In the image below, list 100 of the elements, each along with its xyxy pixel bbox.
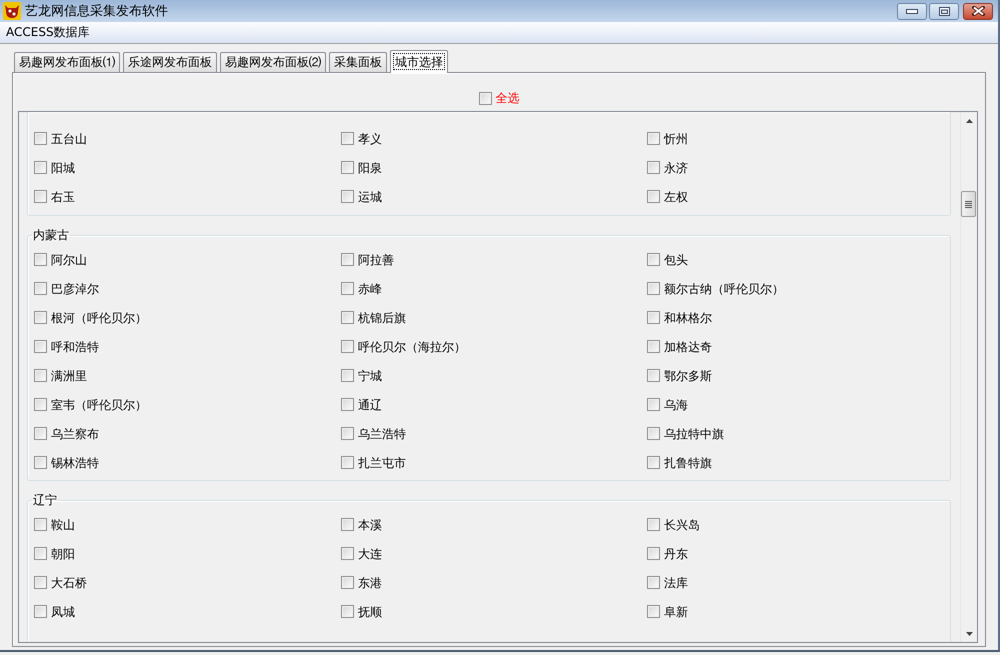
checkbox[interactable] [341,398,354,411]
minimize-button[interactable] [897,2,927,20]
checkbox-label: 包头 [664,252,688,266]
checkbox[interactable] [34,369,47,382]
checkbox-label: 乌海 [664,398,688,412]
checkbox[interactable] [341,518,354,531]
tab[interactable]: 城市选择 [390,50,448,73]
checkbox-label: 乌拉特中旗 [664,426,724,440]
checkbox-label: 扎兰屯市 [358,456,406,470]
checkbox-label: 阳泉 [358,160,382,174]
checkbox-label: 锡林浩特 [51,456,99,470]
tab[interactable]: 采集面板 [329,52,387,72]
checkbox[interactable] [647,427,660,440]
checkbox[interactable] [341,576,354,589]
checkbox[interactable] [647,456,660,469]
checkbox-label: 呼伦贝尔（海拉尔） [358,340,466,354]
down-triangle-icon [966,632,972,636]
checkbox[interactable] [647,369,660,382]
checkbox-label: 丹东 [664,546,688,560]
checkbox[interactable] [341,132,354,145]
checkbox-label: 长兴岛 [664,518,700,532]
checkbox-label: 乌兰浩特 [358,426,406,440]
checkbox-label: 乌兰察布 [51,426,99,440]
window-title: 艺龙网信息采集发布软件 [25,3,168,20]
checkbox[interactable] [341,340,354,353]
checkbox[interactable] [647,190,660,203]
up-triangle-icon [966,118,972,122]
checkbox-label: 阳城 [51,160,75,174]
checkbox-label: 孝义 [358,132,382,146]
checkbox[interactable] [341,427,354,440]
checkbox-label: 五台山 [51,132,87,146]
checkbox[interactable] [34,311,47,324]
checkbox[interactable] [341,253,354,266]
checkbox-label: 凤城 [51,604,75,618]
checkbox[interactable] [34,282,47,295]
checkbox[interactable] [341,311,354,324]
app-logo-icon [3,2,21,20]
checkbox[interactable] [341,369,354,382]
checkbox-label: 额尔古纳（呼伦贝尔） [664,282,784,296]
checkbox[interactable] [34,398,47,411]
checkbox-label: 大石桥 [51,576,87,590]
checkbox[interactable] [478,92,492,104]
checkbox-label: 运城 [358,190,382,204]
minimize-icon [906,8,918,14]
checkbox-label: 杭锦后旗 [358,310,406,324]
checkbox[interactable] [341,456,354,469]
checkbox[interactable] [341,547,354,560]
tab[interactable]: 乐途网发布面板 [123,52,217,72]
checkbox[interactable] [34,547,47,560]
maximize-icon [938,6,950,16]
checkbox-label: 加格达奇 [664,340,712,354]
checkbox-label: 扎鲁特旗 [664,456,712,470]
checkbox[interactable] [647,311,660,324]
checkbox[interactable] [647,340,660,353]
checkbox[interactable] [647,282,660,295]
tab[interactable]: 易趣网发布面板⑴ [14,52,120,72]
checkbox[interactable] [647,576,660,589]
close-icon [972,6,984,16]
checkbox[interactable] [34,132,47,145]
checkbox[interactable] [647,605,660,618]
checkbox[interactable] [34,253,47,266]
checkbox[interactable] [647,518,660,531]
checkbox-label: 阜新 [664,604,688,618]
checkbox[interactable] [341,190,354,203]
checkbox-label: 左权 [664,190,688,204]
checkbox-label: 鄂尔多斯 [664,368,712,382]
checkbox-label: 通辽 [358,398,382,412]
scrollbar-thumb[interactable] [961,191,976,217]
tab[interactable]: 易趣网发布面板⑵ [220,52,326,72]
checkbox-label: 巴彦淖尔 [51,282,99,296]
checkbox-label: 右玉 [51,190,75,204]
checkbox[interactable] [34,605,47,618]
checkbox[interactable] [34,161,47,174]
checkbox-label: 抚顺 [358,604,382,618]
maximize-button[interactable] [929,2,959,20]
checkbox[interactable] [647,161,660,174]
close-button[interactable] [963,2,993,20]
checkbox[interactable] [34,190,47,203]
checkbox[interactable] [34,576,47,589]
checkbox[interactable] [341,282,354,295]
checkbox[interactable] [341,605,354,618]
checkbox[interactable] [341,161,354,174]
menu-item[interactable]: ACCESS数据库 [0,23,96,42]
checkbox-label: 永济 [664,160,688,174]
checkbox-label: 本溪 [358,518,382,532]
checkbox-label: 忻州 [664,132,688,146]
checkbox[interactable] [647,253,660,266]
checkbox[interactable] [34,427,47,440]
checkbox-label: 和林格尔 [664,310,712,324]
select-all-label: 全选 [496,91,520,105]
checkbox[interactable] [647,132,660,145]
checkbox-label: 大连 [358,546,382,560]
checkbox[interactable] [647,398,660,411]
checkbox[interactable] [34,456,47,469]
checkbox-label: 赤峰 [358,282,382,296]
checkbox-label: 法库 [664,576,688,590]
checkbox[interactable] [647,547,660,560]
checkbox[interactable] [34,340,47,353]
checkbox[interactable] [34,518,47,531]
checkbox-label: 阿拉善 [358,252,394,266]
